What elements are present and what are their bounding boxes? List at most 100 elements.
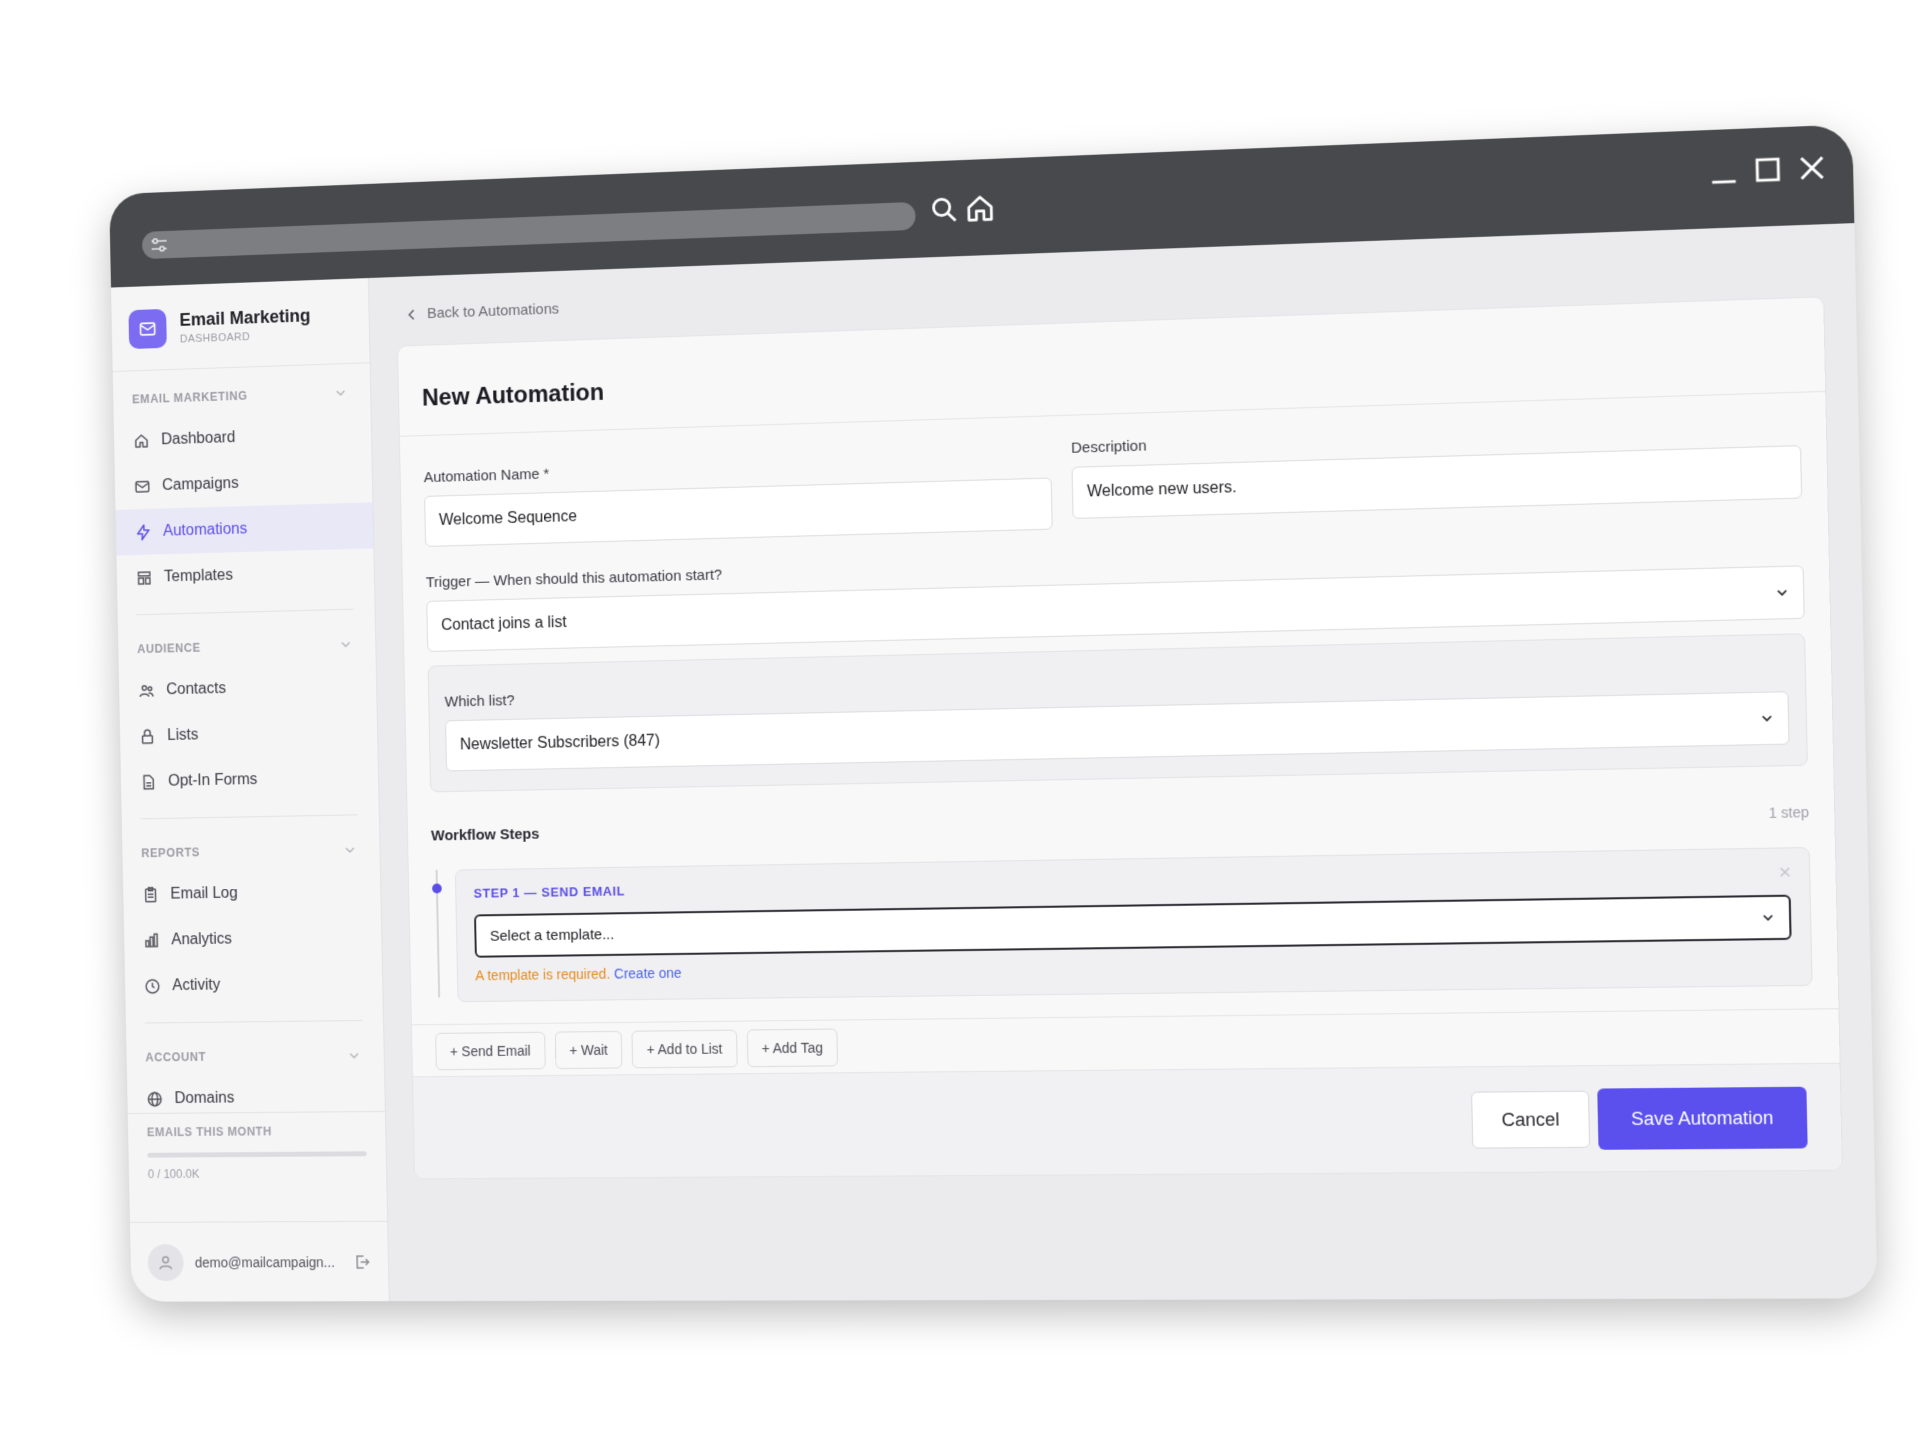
chevron-down-icon (1774, 584, 1791, 601)
chevron-down-icon (347, 1048, 361, 1062)
address-bar[interactable] (141, 201, 916, 260)
maximize-icon[interactable] (1752, 154, 1784, 186)
add-tag-button[interactable]: + Add Tag (746, 1028, 839, 1068)
add-to-list-button[interactable]: + Add to List (631, 1029, 738, 1069)
workflow-step-count: 1 step (1768, 803, 1810, 821)
section-header-reports[interactable]: REPORTS (122, 821, 380, 872)
page-title: New Automation (421, 378, 605, 412)
sidebar-divider (136, 608, 354, 616)
envelope-icon (128, 308, 167, 350)
chevron-left-icon (404, 306, 420, 322)
save-automation-button[interactable]: Save Automation (1597, 1086, 1808, 1150)
trigger-selected-value: Contact joins a list (441, 614, 567, 634)
sidebar-item-analytics[interactable]: Analytics (124, 914, 382, 964)
chevron-down-icon (1759, 909, 1776, 926)
section-header-audience[interactable]: AUDIENCE (118, 615, 376, 668)
lock-icon (139, 727, 156, 745)
cancel-button[interactable]: Cancel (1471, 1090, 1591, 1149)
name-field-group: Automation Name * Welcome Sequence (424, 450, 1053, 547)
sidebar-item-opt-in-forms[interactable]: Opt-In Forms (121, 754, 379, 805)
chevron-down-icon (1758, 710, 1775, 727)
add-step-buttons: + Send Email + Wait + Add to List + Add … (435, 1018, 1814, 1071)
brand[interactable]: Email Marketing DASHBOARD (111, 278, 370, 373)
sidebar-item-label: Activity (172, 976, 221, 994)
brand-title: Email Marketing (179, 305, 311, 330)
close-icon[interactable] (1796, 152, 1828, 184)
stage: Email Marketing DASHBOARD EMAIL MARKETIN… (0, 0, 1920, 1440)
workflow-header: Workflow Steps 1 step (430, 803, 1810, 845)
section-title: REPORTS (141, 845, 201, 861)
template-select-placeholder: Select a template... (489, 925, 615, 945)
trigger-field-group: Trigger — When should this automation st… (426, 538, 1805, 652)
sidebar-item-label: Campaigns (161, 474, 239, 494)
contacts-icon (138, 681, 155, 699)
section-header-account[interactable]: ACCOUNT (126, 1027, 384, 1077)
sidebar-item-templates[interactable]: Templates (116, 548, 374, 601)
create-template-link[interactable]: Create one (614, 965, 682, 982)
home-icon[interactable] (965, 193, 996, 224)
sidebar-item-label: Dashboard (161, 428, 236, 448)
minimize-icon[interactable] (1708, 156, 1740, 188)
site-settings-icon[interactable] (150, 236, 169, 254)
sidebar: Email Marketing DASHBOARD EMAIL MARKETIN… (111, 278, 390, 1302)
sidebar-item-label: Analytics (171, 930, 233, 948)
name-description-row: Automation Name * Welcome Sequence Descr… (424, 428, 1803, 547)
bolt-icon (135, 523, 152, 541)
add-send-email-button[interactable]: + Send Email (435, 1031, 546, 1071)
automation-name-input[interactable]: Welcome Sequence (424, 477, 1053, 547)
clock-icon (144, 977, 161, 995)
card-body: Automation Name * Welcome Sequence Descr… (401, 427, 1840, 1071)
chevron-down-icon (339, 637, 353, 651)
logout-icon[interactable] (353, 1253, 371, 1271)
error-text: A template is required. (475, 965, 611, 984)
sidebar-item-label: Contacts (166, 679, 227, 698)
add-wait-button[interactable]: + Wait (554, 1030, 623, 1070)
globe-icon (146, 1090, 163, 1108)
sidebar-item-label: Automations (162, 520, 248, 540)
sidebar-item-label: Domains (174, 1089, 235, 1107)
chevron-down-icon (334, 386, 348, 400)
sidebar-item-dashboard[interactable]: Dashboard (114, 410, 372, 464)
sidebar-item-label: Lists (167, 726, 199, 744)
sidebar-divider (140, 814, 358, 820)
section-title: ACCOUNT (145, 1050, 207, 1065)
usage-track (147, 1151, 367, 1158)
section-title: AUDIENCE (137, 640, 201, 657)
sidebar-item-label: Opt-In Forms (167, 770, 258, 790)
sidebar-item-campaigns[interactable]: Campaigns (115, 456, 373, 510)
template-error-message: A template is required. Create one (475, 950, 1792, 983)
app: Email Marketing DASHBOARD EMAIL MARKETIN… (111, 223, 1878, 1302)
sidebar-divider (144, 1020, 363, 1024)
user-icon (157, 1253, 174, 1271)
sidebar-item-automations[interactable]: Automations (115, 502, 374, 556)
section-header-email-marketing[interactable]: EMAIL MARKETING (113, 363, 371, 418)
sidebar-item-label: Templates (163, 566, 234, 585)
chevron-down-icon (343, 843, 357, 857)
remove-step-icon[interactable] (1777, 865, 1792, 880)
description-input[interactable]: Welcome new users. (1071, 445, 1803, 519)
sidebar-item-activity[interactable]: Activity (125, 960, 383, 1009)
sidebar-item-email-log[interactable]: Email Log (123, 868, 381, 918)
sidebar-item-lists[interactable]: Lists (120, 708, 378, 759)
template-select[interactable]: Select a template... (474, 894, 1792, 958)
avatar[interactable] (147, 1243, 184, 1281)
automation-form-card: New Automation Automation Name * Welcome… (397, 296, 1843, 1180)
main-content: Back to Automations New Automation Autom… (368, 223, 1878, 1302)
user-row: demo@mailcampaign... (129, 1220, 389, 1302)
sidebar-item-label: Email Log (170, 884, 238, 903)
usage-label: EMAILS THIS MONTH (146, 1124, 272, 1140)
template-icon (136, 569, 153, 587)
sidebar-item-contacts[interactable]: Contacts (119, 662, 377, 714)
workflow-title: Workflow Steps (430, 825, 540, 845)
usage-meter: EMAILS THIS MONTH 0 / 100.0K (127, 1110, 387, 1182)
back-to-automations-link[interactable]: Back to Automations (404, 301, 559, 323)
bar-chart-icon (143, 931, 160, 949)
home-icon (133, 432, 150, 450)
step-marker (432, 883, 442, 894)
user-email: demo@mailcampaign... (194, 1253, 335, 1270)
document-icon (140, 773, 157, 791)
back-label: Back to Automations (426, 300, 560, 323)
usage-count: 0 / 100.0K (147, 1167, 200, 1182)
search-icon[interactable] (929, 194, 959, 225)
step-label: STEP 1 — SEND EMAIL (473, 883, 626, 901)
